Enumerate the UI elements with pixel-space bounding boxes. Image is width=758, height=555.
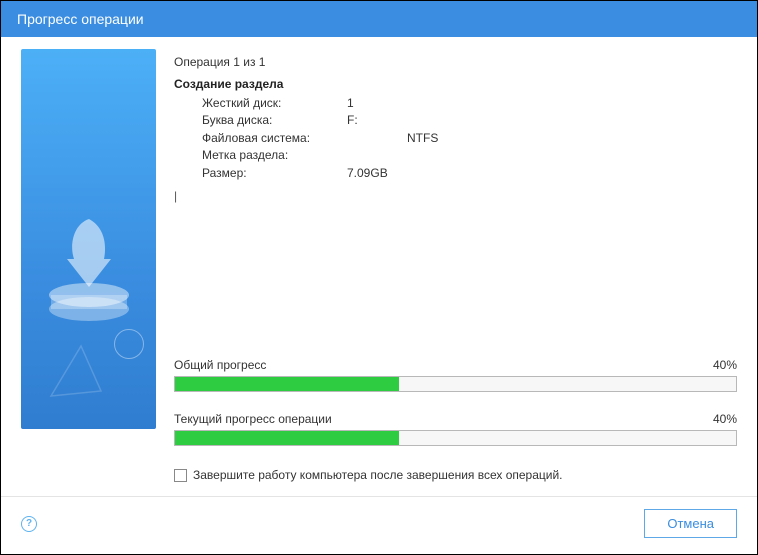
current-progress-percent: 40% (713, 412, 737, 426)
overall-progress-percent: 40% (713, 358, 737, 372)
text-cursor: | (174, 188, 737, 205)
current-progress-section: Текущий прогресс операции 40% (174, 412, 737, 458)
detail-value: NTFS (407, 130, 438, 147)
operation-content: Операция 1 из 1 Создание раздела Жесткий… (174, 49, 737, 482)
current-progress-fill (175, 431, 399, 445)
overall-progress-bar (174, 376, 737, 392)
help-icon[interactable]: ? (21, 516, 37, 532)
detail-label: Файловая система: (202, 130, 407, 147)
current-progress-bar (174, 430, 737, 446)
triangle-decoration-icon (41, 336, 111, 409)
detail-filesystem: Файловая система: NTFS (202, 130, 737, 147)
shutdown-checkbox-row[interactable]: Завершите работу компьютера после заверш… (174, 468, 737, 482)
detail-letter: Буква диска: F: (202, 112, 737, 129)
detail-label: Метка раздела: (202, 147, 347, 164)
window-title: Прогресс операции (17, 11, 144, 27)
footer: ? Отмена (1, 496, 757, 554)
overall-progress-fill (175, 377, 399, 391)
shutdown-checkbox[interactable] (174, 469, 187, 482)
current-progress-label: Текущий прогресс операции (174, 412, 332, 426)
detail-label: Жесткий диск: (202, 95, 347, 112)
detail-value: F: (347, 112, 358, 129)
overall-progress-section: Общий прогресс 40% (174, 358, 737, 404)
detail-label: Буква диска: (202, 112, 347, 129)
detail-value: 1 (347, 95, 354, 112)
main-area: Операция 1 из 1 Создание раздела Жесткий… (1, 37, 757, 482)
operation-details: Жесткий диск: 1 Буква диска: F: Файловая… (174, 95, 737, 205)
download-drive-icon (39, 209, 139, 329)
circle-decoration-icon (114, 329, 144, 359)
detail-disk: Жесткий диск: 1 (202, 95, 737, 112)
detail-size: Размер: 7.09GB (202, 165, 737, 182)
side-illustration (21, 49, 156, 429)
operation-counter: Операция 1 из 1 (174, 55, 737, 69)
detail-label: Размер: (202, 165, 347, 182)
shutdown-checkbox-label: Завершите работу компьютера после заверш… (193, 468, 563, 482)
spacer (174, 205, 737, 350)
detail-value: 7.09GB (347, 165, 388, 182)
help-glyph: ? (26, 518, 32, 529)
titlebar: Прогресс операции (1, 1, 757, 37)
detail-volume-label: Метка раздела: (202, 147, 737, 164)
overall-progress-label: Общий прогресс (174, 358, 266, 372)
cancel-button[interactable]: Отмена (644, 509, 737, 538)
operation-heading: Создание раздела (174, 77, 737, 91)
